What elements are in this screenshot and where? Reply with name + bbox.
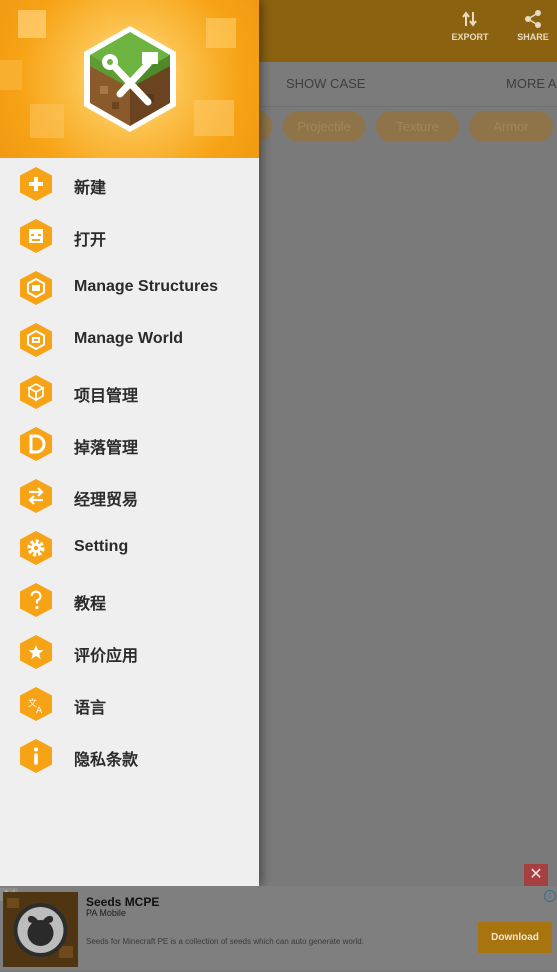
menu-item-open[interactable]: 打开 bbox=[0, 210, 259, 262]
ad-info-icon[interactable]: i bbox=[544, 890, 556, 902]
trade-arrows-icon bbox=[20, 479, 52, 513]
header-tile bbox=[194, 100, 234, 136]
chip-armor[interactable]: Armor bbox=[469, 111, 553, 142]
share-button[interactable]: SHARE bbox=[503, 10, 557, 42]
menu-item-new[interactable]: 新建 bbox=[0, 158, 259, 210]
ad-app-thumbnail[interactable] bbox=[3, 892, 78, 967]
svg-text:A: A bbox=[36, 706, 43, 716]
menu-label-projects: 项目管理 bbox=[74, 388, 139, 405]
header-tile bbox=[0, 60, 22, 90]
share-icon bbox=[525, 10, 541, 28]
menu-item-trade[interactable]: 经理贸易 bbox=[0, 470, 259, 522]
structure-icon bbox=[20, 271, 52, 305]
tab-show-case[interactable]: SHOW CASE bbox=[286, 76, 365, 91]
menu-item-setting[interactable]: Setting bbox=[0, 522, 259, 574]
star-icon bbox=[20, 635, 52, 669]
menu-label-tutorial: 教程 bbox=[74, 596, 107, 613]
plus-icon bbox=[20, 167, 52, 201]
drawer-header bbox=[0, 0, 259, 158]
grass-block-tools-logo bbox=[84, 26, 176, 132]
menu-label-loot: 掉落管理 bbox=[74, 440, 139, 457]
letter-d-icon bbox=[20, 427, 52, 461]
menu-label-new: 新建 bbox=[74, 180, 107, 197]
cube-icon bbox=[20, 375, 52, 409]
header-tile bbox=[206, 18, 236, 48]
menu-item-loot[interactable]: 掉落管理 bbox=[0, 418, 259, 470]
info-icon bbox=[20, 739, 52, 773]
gear-icon bbox=[20, 531, 52, 565]
menu-label-setting: Setting bbox=[74, 538, 129, 555]
menu-item-tutorial[interactable]: 教程 bbox=[0, 574, 259, 626]
menu-label-manage-world: Manage World bbox=[74, 330, 184, 347]
menu-item-projects[interactable]: 项目管理 bbox=[0, 366, 259, 418]
chip-projectile[interactable]: Projectile bbox=[283, 111, 365, 142]
ad-publisher: PA Mobile bbox=[86, 908, 126, 918]
menu-item-manage-world[interactable]: Manage World bbox=[0, 314, 259, 366]
menu-label-manage-structures: Manage Structures bbox=[74, 278, 219, 295]
ad-description: Seeds for Minecraft PE is a collection o… bbox=[86, 937, 364, 946]
export-label: EXPORT bbox=[451, 32, 489, 42]
translate-icon: 文 A bbox=[20, 687, 52, 721]
ad-close-button[interactable]: ✕ bbox=[524, 864, 548, 886]
menu-item-manage-structures[interactable]: Manage Structures bbox=[0, 262, 259, 314]
folder-face-icon bbox=[20, 219, 52, 253]
sort-arrows-icon bbox=[462, 11, 477, 27]
menu-label-trade: 经理贸易 bbox=[74, 492, 139, 509]
chip-texture[interactable]: Texture bbox=[376, 111, 459, 142]
export-button[interactable]: EXPORT bbox=[440, 10, 500, 42]
tab-more-ad[interactable]: MORE AD bbox=[506, 76, 557, 91]
ad-download-button[interactable]: Download bbox=[478, 922, 552, 953]
menu-item-language[interactable]: 文 A 语言 bbox=[0, 678, 259, 730]
ad-banner[interactable]: Ad Seeds MCPE PA Mobile Seeds for Minecr… bbox=[0, 886, 557, 971]
ad-title[interactable]: Seeds MCPE bbox=[86, 895, 159, 909]
menu-item-privacy[interactable]: 隐私条款 bbox=[0, 730, 259, 782]
question-icon bbox=[20, 583, 52, 617]
share-label: SHARE bbox=[517, 32, 549, 42]
menu-label-language: 语言 bbox=[74, 700, 107, 717]
menu-item-rate-app[interactable]: 评价应用 bbox=[0, 626, 259, 678]
seed-icon bbox=[3, 892, 78, 967]
header-tile bbox=[18, 10, 46, 38]
header-tile bbox=[30, 104, 64, 138]
menu-label-privacy: 隐私条款 bbox=[74, 752, 139, 769]
world-icon bbox=[20, 323, 52, 357]
navigation-drawer: 新建 打开 Manage Structures Manage World 项目管… bbox=[0, 0, 259, 886]
menu-label-open: 打开 bbox=[74, 232, 107, 249]
menu-label-rate-app: 评价应用 bbox=[74, 648, 139, 665]
